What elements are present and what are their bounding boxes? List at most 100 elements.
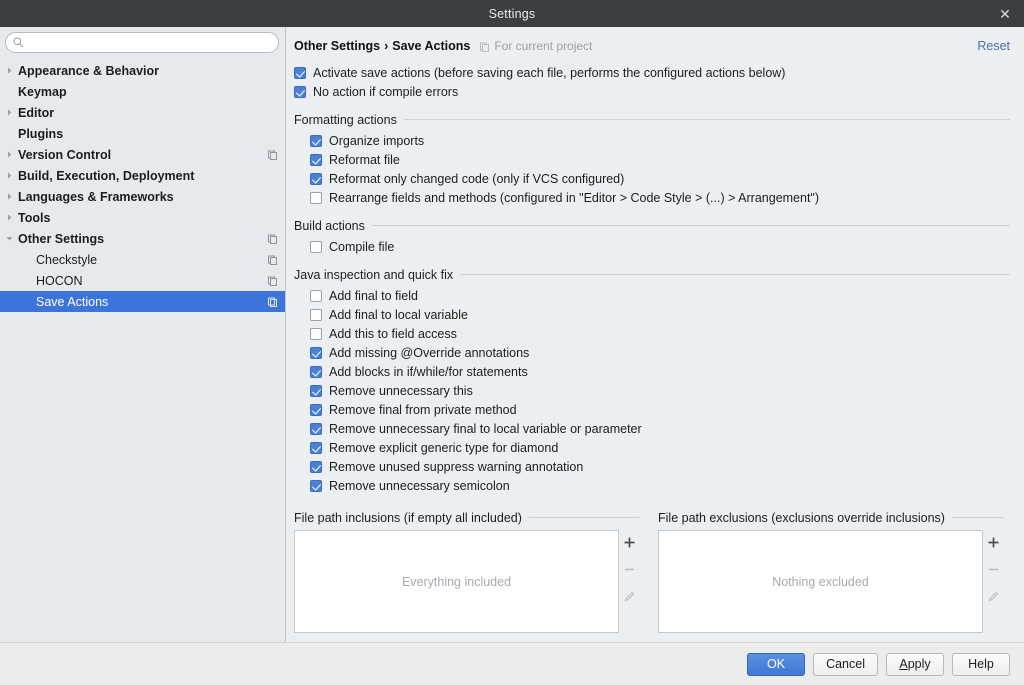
checkbox-row[interactable]: Add missing @Override annotations [294, 344, 1010, 362]
section-title: Build actions [294, 218, 365, 233]
checkbox-label: Rearrange fields and methods (configured… [329, 191, 820, 205]
chevron-collapsed-icon[interactable] [0, 60, 18, 81]
checkbox-row[interactable]: No action if compile errors [294, 83, 1010, 101]
help-button[interactable]: Help [952, 652, 1010, 676]
project-scope-icon [267, 149, 278, 160]
cancel-button[interactable]: Cancel [813, 652, 878, 676]
checkbox-row[interactable]: Remove unnecessary semicolon [294, 477, 1010, 495]
checkbox-checked-icon[interactable] [310, 480, 322, 492]
settings-sidebar: Appearance & Behavior Keymap Editor Plugins… [0, 27, 286, 642]
breadcrumb: Other Settings › Save Actions For curren… [294, 37, 1010, 55]
checkbox-checked-icon[interactable] [310, 461, 322, 473]
edit-path-button [985, 588, 1001, 604]
settings-dialog-body: Appearance & Behavior Keymap Editor Plugins… [0, 27, 1024, 642]
chevron-expanded-icon[interactable] [0, 228, 18, 249]
sidebar-item-label: Version Control [18, 147, 112, 162]
path-list[interactable]: Nothing excluded [658, 530, 983, 633]
section-divider [460, 274, 1010, 275]
tree-arrow-none-icon [0, 249, 36, 270]
checkbox-unchecked-icon[interactable] [310, 241, 322, 253]
checkbox-checked-icon[interactable] [310, 347, 322, 359]
checkbox-checked-icon[interactable] [310, 404, 322, 416]
sidebar-item-label: Checkstyle [36, 252, 98, 267]
checkbox-row[interactable]: Remove unused suppress warning annotatio… [294, 458, 1010, 476]
checkbox-checked-icon[interactable] [310, 173, 322, 185]
checkbox-checked-icon[interactable] [310, 442, 322, 454]
sections-group: Formatting actions Organize imports Reform… [294, 112, 1010, 495]
checkbox-row[interactable]: Remove explicit generic type for diamond [294, 439, 1010, 457]
add-path-button[interactable] [985, 534, 1001, 550]
chevron-collapsed-icon[interactable] [0, 186, 18, 207]
checkbox-label: Remove explicit generic type for diamond [329, 441, 559, 455]
sidebar-item-tools[interactable]: Tools [0, 207, 285, 228]
section-divider [528, 517, 639, 518]
sidebar-item-build-execution-deployment[interactable]: Build, Execution, Deployment [0, 165, 285, 186]
sidebar-item-label: Plugins [18, 126, 64, 141]
chevron-collapsed-icon[interactable] [0, 102, 18, 123]
checkbox-label: No action if compile errors [313, 85, 459, 99]
checkbox-row[interactable]: Add final to field [294, 287, 1010, 305]
apply-button[interactable]: Apply [886, 652, 944, 676]
sidebar-item-other-settings[interactable]: Other Settings [0, 228, 285, 249]
project-scope-icon [267, 254, 278, 265]
checkbox-checked-icon[interactable] [310, 154, 322, 166]
path-panel-body: Everything included [294, 530, 639, 633]
path-panel-body: Nothing excluded [658, 530, 1003, 633]
checkbox-unchecked-icon[interactable] [310, 309, 322, 321]
checkbox-checked-icon[interactable] [310, 135, 322, 147]
top-options-group: Activate save actions (before saving eac… [294, 64, 1010, 101]
sidebar-item-keymap[interactable]: Keymap [0, 81, 285, 102]
sidebar-item-save-actions[interactable]: Save Actions [0, 291, 285, 312]
path-list[interactable]: Everything included [294, 530, 619, 633]
sidebar-item-checkstyle[interactable]: Checkstyle [0, 249, 285, 270]
checkbox-row[interactable]: Add blocks in if/while/for statements [294, 363, 1010, 381]
remove-path-button [985, 561, 1001, 577]
sidebar-item-languages-frameworks[interactable]: Languages & Frameworks [0, 186, 285, 207]
search-box[interactable] [5, 32, 279, 53]
checkbox-unchecked-icon[interactable] [310, 290, 322, 302]
checkbox-checked-icon[interactable] [310, 366, 322, 378]
sidebar-item-appearance-behavior[interactable]: Appearance & Behavior [0, 60, 285, 81]
checkbox-checked-icon[interactable] [310, 385, 322, 397]
sidebar-item-version-control[interactable]: Version Control [0, 144, 285, 165]
reset-link[interactable]: Reset [977, 39, 1010, 53]
checkbox-row[interactable]: Reformat only changed code (only if VCS … [294, 170, 1010, 188]
edit-path-button [621, 588, 637, 604]
checkbox-unchecked-icon[interactable] [310, 328, 322, 340]
sidebar-item-hocon[interactable]: HOCON [0, 270, 285, 291]
checkbox-row[interactable]: Organize imports [294, 132, 1010, 150]
checkbox-checked-icon[interactable] [294, 67, 306, 79]
checkbox-row[interactable]: Activate save actions (before saving eac… [294, 64, 1010, 82]
dialog-footer: OK Cancel Apply Help [0, 642, 1024, 685]
add-path-button[interactable] [621, 534, 637, 550]
breadcrumb-parent[interactable]: Other Settings [294, 39, 380, 53]
chevron-collapsed-icon[interactable] [0, 207, 18, 228]
checkbox-row[interactable]: Rearrange fields and methods (configured… [294, 189, 1010, 207]
checkbox-row[interactable]: Add this to field access [294, 325, 1010, 343]
checkbox-row[interactable]: Compile file [294, 238, 1010, 256]
checkbox-row[interactable]: Remove unnecessary final to local variab… [294, 420, 1010, 438]
project-scope-icon [267, 233, 278, 244]
checkbox-label: Reformat file [329, 153, 400, 167]
sidebar-item-editor[interactable]: Editor [0, 102, 285, 123]
chevron-collapsed-icon[interactable] [0, 144, 18, 165]
settings-tree: Appearance & Behavior Keymap Editor Plugins… [0, 60, 285, 312]
checkbox-unchecked-icon[interactable] [310, 192, 322, 204]
sidebar-item-plugins[interactable]: Plugins [0, 123, 285, 144]
checkbox-label: Add missing @Override annotations [329, 346, 530, 360]
checkbox-checked-icon[interactable] [310, 423, 322, 435]
checkbox-row[interactable]: Add final to local variable [294, 306, 1010, 324]
sidebar-item-label: Build, Execution, Deployment [18, 168, 195, 183]
checkbox-row[interactable]: Remove final from private method [294, 401, 1010, 419]
section-header: Java inspection and quick fix [294, 267, 1010, 282]
close-icon[interactable]: ✕ [986, 0, 1024, 27]
checkbox-checked-icon[interactable] [294, 86, 306, 98]
checkbox-row[interactable]: Reformat file [294, 151, 1010, 169]
checkbox-row[interactable]: Remove unnecessary this [294, 382, 1010, 400]
chevron-collapsed-icon[interactable] [0, 165, 18, 186]
search-input[interactable] [24, 34, 278, 51]
ok-button[interactable]: OK [747, 652, 806, 676]
tree-arrow-none-icon [0, 81, 18, 102]
breadcrumb-separator: › [384, 39, 389, 53]
tree-arrow-none-icon [0, 291, 36, 312]
